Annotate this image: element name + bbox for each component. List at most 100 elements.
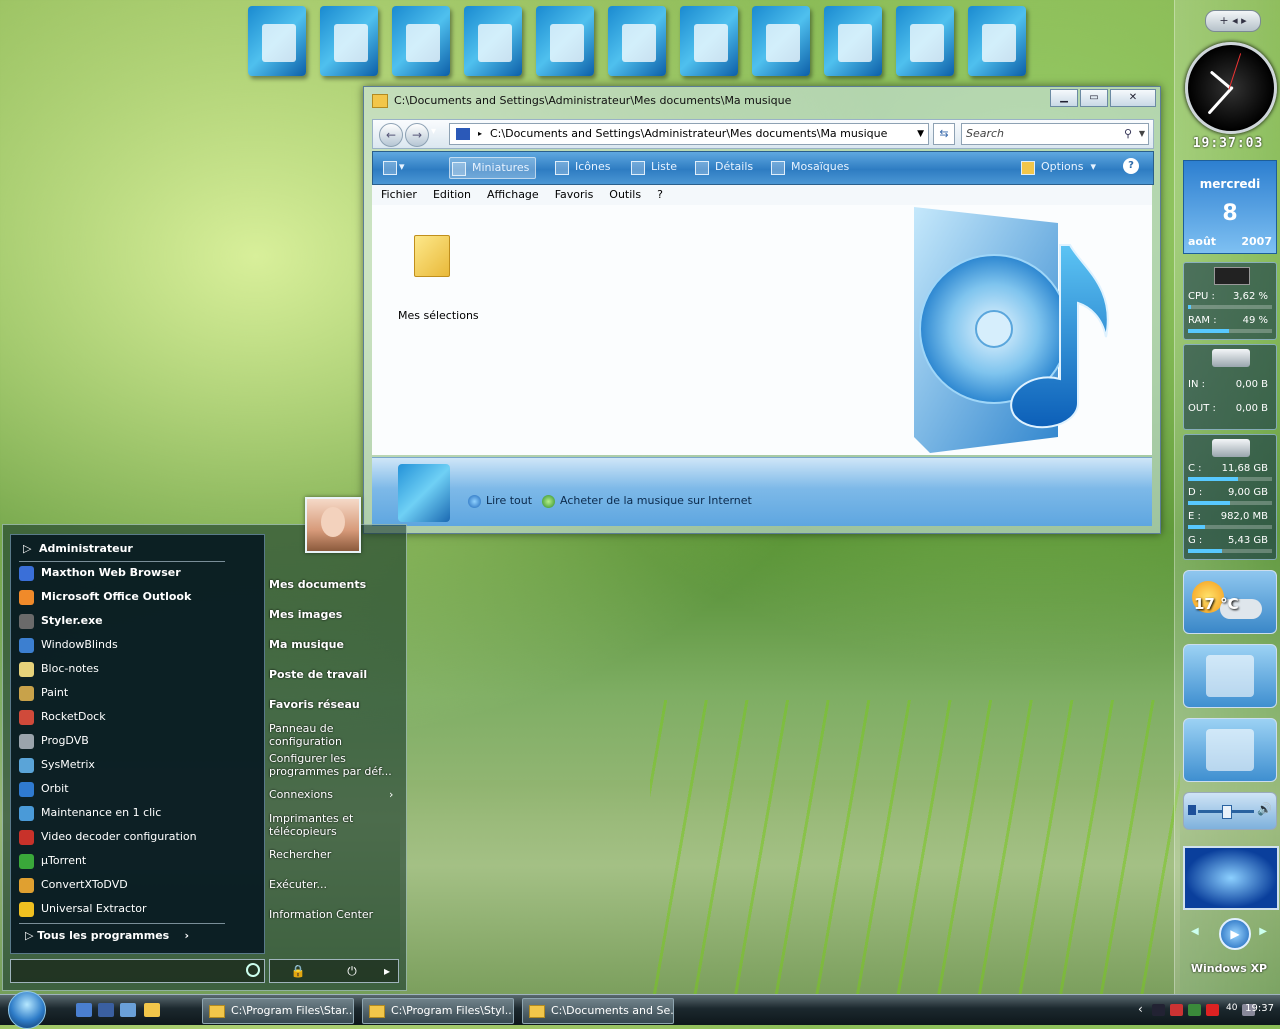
view-pane-button[interactable]: ▾: [381, 157, 405, 177]
shutdown-button[interactable]: ⏻: [332, 962, 372, 980]
search-dropdown-icon[interactable]: ▼: [1139, 124, 1145, 144]
quicklaunch-browser-icon[interactable]: [120, 1003, 136, 1017]
tray-shield-icon[interactable]: [1188, 1004, 1201, 1016]
dock-recycle-bin-icon[interactable]: [968, 6, 1026, 76]
dock-music-icon[interactable]: [752, 6, 810, 76]
start-user-item[interactable]: ▷ Administrateur: [19, 539, 133, 559]
play-button[interactable]: ▶: [1219, 918, 1251, 950]
view-list-button[interactable]: Liste: [629, 157, 677, 177]
view-miniatures-button[interactable]: Miniatures: [449, 157, 537, 179]
menu-help[interactable]: ?: [657, 185, 663, 205]
recent-program-item[interactable]: Maintenance en 1 clic: [19, 803, 161, 823]
recent-program-item[interactable]: WindowBlinds: [19, 635, 118, 655]
start-place-item[interactable]: Ma musique: [269, 638, 395, 651]
address-bar[interactable]: ▸ C:\Documents and Settings\Administrate…: [449, 123, 929, 145]
recent-program-item[interactable]: Universal Extractor: [19, 899, 147, 919]
forward-button[interactable]: →: [405, 123, 429, 147]
recycle-gadget[interactable]: [1183, 718, 1277, 782]
stop-icon[interactable]: [1188, 805, 1196, 815]
menu-affichage[interactable]: Affichage: [487, 185, 539, 205]
taskbar-item[interactable]: C:\Program Files\Star...: [202, 998, 354, 1024]
user-avatar[interactable]: [305, 497, 361, 553]
all-programs-button[interactable]: ▷ Tous les programmes ›: [25, 929, 189, 942]
tray-app-icon[interactable]: [1152, 1004, 1165, 1016]
view-tiles-button[interactable]: Mosaïques: [769, 157, 849, 177]
recent-program-item[interactable]: Bloc-notes: [19, 659, 99, 679]
search-icon[interactable]: ⚲: [1124, 124, 1132, 144]
desktop-preview[interactable]: [1183, 846, 1279, 910]
dock-video-icon[interactable]: [896, 6, 954, 76]
start-place-item[interactable]: Information Center: [269, 908, 395, 921]
maximize-button[interactable]: ▭: [1080, 89, 1108, 107]
search-icon[interactable]: [246, 963, 260, 977]
view-details-button[interactable]: Détails: [693, 157, 753, 177]
start-search-input[interactable]: [10, 959, 265, 983]
weather-gadget[interactable]: 17 °C: [1183, 570, 1277, 634]
tray-antivirus-icon[interactable]: [1206, 1004, 1219, 1016]
tray-expand-icon[interactable]: ‹: [1138, 1002, 1143, 1016]
close-button[interactable]: ✕: [1110, 89, 1156, 107]
dock-documents-icon[interactable]: [464, 6, 522, 76]
start-place-item[interactable]: Rechercher: [269, 848, 395, 861]
back-button[interactable]: ←: [379, 123, 403, 147]
start-button[interactable]: [8, 991, 46, 1029]
quicklaunch-desktop-icon[interactable]: [76, 1003, 92, 1017]
recent-program-item[interactable]: RocketDock: [19, 707, 106, 727]
recent-program-item[interactable]: Styler.exe: [19, 611, 103, 631]
taskbar-item[interactable]: C:\Program Files\Styl...: [362, 998, 514, 1024]
menu-outils[interactable]: Outils: [609, 185, 641, 205]
power-options-button[interactable]: ▸: [378, 962, 396, 980]
recent-program-item[interactable]: µTorrent: [19, 851, 86, 871]
menu-favoris[interactable]: Favoris: [555, 185, 594, 205]
recent-program-item[interactable]: Orbit: [19, 779, 69, 799]
folder-label[interactable]: Mes sélections: [398, 309, 479, 322]
tray-volume-level[interactable]: 40: [1226, 1003, 1237, 1013]
buy-music-link[interactable]: Acheter de la musique sur Internet: [542, 494, 752, 508]
previous-icon[interactable]: ◀: [1191, 926, 1199, 937]
nav-dropdown-icon[interactable]: ▾: [431, 126, 436, 137]
quicklaunch-folder-icon[interactable]: [144, 1003, 160, 1017]
start-place-item[interactable]: Mes images: [269, 608, 395, 621]
start-place-item[interactable]: Connexions: [269, 788, 395, 801]
view-icons-button[interactable]: Icônes: [553, 157, 611, 177]
minimize-button[interactable]: ▁: [1050, 89, 1078, 107]
dock-notes-icon[interactable]: [536, 6, 594, 76]
photo-gadget[interactable]: [1183, 644, 1277, 708]
lock-button[interactable]: 🔒: [278, 962, 318, 980]
dock-pictures-icon[interactable]: [680, 6, 738, 76]
volume-knob[interactable]: [1222, 805, 1232, 819]
sidebar-controls[interactable]: + ◂ ▸: [1205, 10, 1261, 32]
dock-network-icon[interactable]: [824, 6, 882, 76]
quicklaunch-computer-icon[interactable]: [98, 1003, 114, 1017]
dock-computer-icon[interactable]: [248, 6, 306, 76]
next-icon[interactable]: ▶: [1259, 926, 1267, 937]
recent-program-item[interactable]: ConvertXToDVD: [19, 875, 128, 895]
dock-tools-icon[interactable]: [608, 6, 666, 76]
start-place-item[interactable]: Mes documents: [269, 578, 395, 591]
start-place-item[interactable]: Exécuter...: [269, 878, 395, 891]
tray-network-icon[interactable]: [1170, 1004, 1183, 1016]
recent-program-item[interactable]: Video decoder configuration: [19, 827, 197, 847]
refresh-button[interactable]: ⇆: [933, 123, 955, 145]
options-button[interactable]: Options ▾: [1019, 157, 1096, 177]
speaker-icon[interactable]: 🔊: [1257, 802, 1272, 816]
start-place-item[interactable]: Panneau de configuration: [269, 722, 395, 748]
dock-search-icon[interactable]: [320, 6, 378, 76]
start-place-item[interactable]: Favoris réseau: [269, 698, 395, 711]
start-place-item[interactable]: Poste de travail: [269, 668, 395, 681]
recent-program-item[interactable]: ProgDVB: [19, 731, 89, 751]
menu-fichier[interactable]: Fichier: [381, 185, 417, 205]
recent-program-item[interactable]: SysMetrix: [19, 755, 95, 775]
address-dropdown-icon[interactable]: ▼: [917, 124, 924, 144]
pinned-program-item[interactable]: Microsoft Office Outlook: [19, 587, 191, 607]
taskbar-item[interactable]: C:\Documents and Se...: [522, 998, 674, 1024]
folder-icon[interactable]: [414, 235, 450, 277]
start-place-item[interactable]: Configurer les programmes par déf...: [269, 752, 395, 778]
window-title-bar[interactable]: C:\Documents and Settings\Administrateur…: [372, 91, 1152, 111]
start-place-item[interactable]: Imprimantes et télécopieurs: [269, 812, 395, 838]
dock-folders-icon[interactable]: [392, 6, 450, 76]
pinned-program-item[interactable]: Maxthon Web Browser: [19, 563, 181, 583]
play-all-link[interactable]: Lire tout: [468, 494, 532, 508]
recent-program-item[interactable]: Paint: [19, 683, 68, 703]
menu-edition[interactable]: Edition: [433, 185, 471, 205]
